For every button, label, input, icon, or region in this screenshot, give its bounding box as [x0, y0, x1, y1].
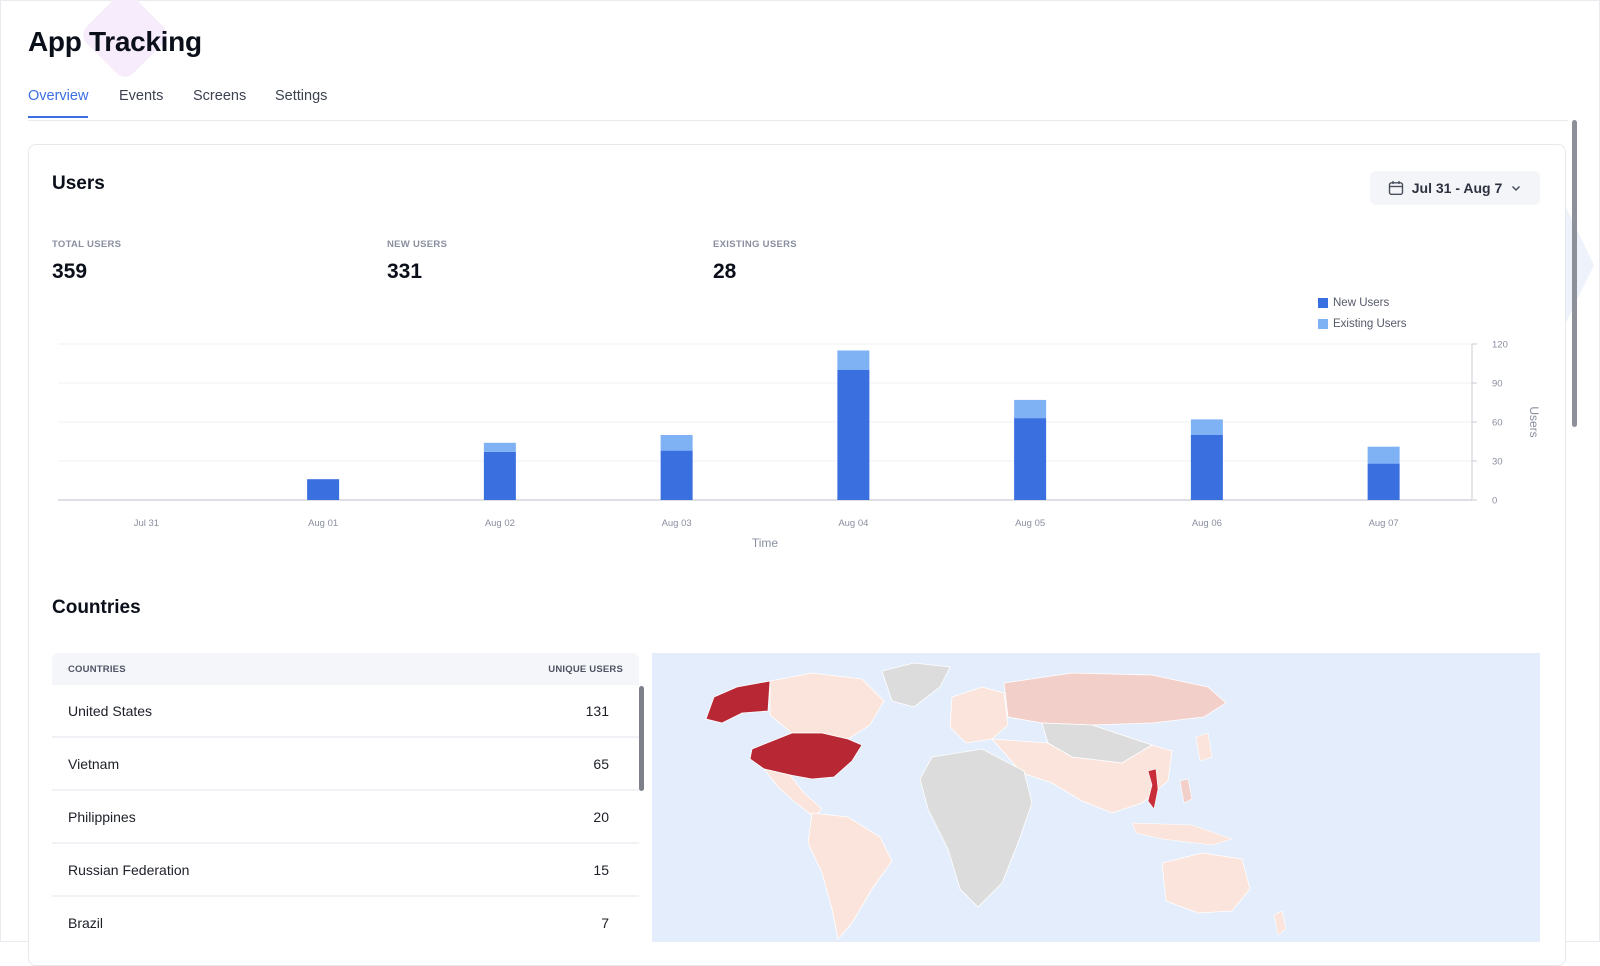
stat-value: 359 [52, 260, 88, 283]
stat-label: TOTAL USERS [52, 239, 122, 250]
stat-label: EXISTING USERS [713, 239, 797, 250]
bar-existing-users [837, 350, 870, 370]
bar-existing-users [1367, 446, 1400, 464]
chevron-down-icon [1510, 182, 1522, 194]
map-region-canada [769, 672, 885, 740]
stat-existing-users: EXISTING USERS 28 [713, 239, 797, 284]
country-name: United States [68, 702, 153, 719]
bar-new-users [837, 370, 870, 500]
y-tick-label: 120 [1492, 340, 1508, 351]
world-map[interactable] [652, 653, 1540, 942]
map-region-japan [1195, 732, 1213, 762]
bar-new-users [1367, 463, 1400, 500]
map-region-indonesia [1131, 822, 1233, 846]
country-users: 15 [593, 861, 609, 878]
users-bar-chart: 0 30 60 90 120 Jul 31 Aug 01 Aug 02 Aug 03 Aug 04… [58, 340, 1541, 550]
bar-new-users [660, 450, 693, 500]
table-row[interactable]: Brazil 7 [52, 897, 639, 942]
stat-new-users: NEW USERS 331 [387, 239, 447, 284]
country-name: Russian Federation [68, 861, 190, 878]
y-tick-label: 90 [1492, 379, 1503, 390]
y-tick-label: 30 [1492, 457, 1503, 468]
map-region-africa [919, 748, 1033, 908]
page-title: App Tracking [28, 26, 202, 57]
x-tick-label: Aug 04 [838, 518, 868, 529]
map-region-philippines [1179, 778, 1193, 804]
calendar-icon [1388, 180, 1404, 196]
table-header: COUNTRIES UNIQUE USERS [52, 653, 639, 685]
column-header-countries[interactable]: COUNTRIES [68, 664, 126, 675]
table-row[interactable]: United States 131 [52, 685, 639, 738]
y-axis-title: Users [1527, 406, 1541, 437]
legend-item-new-users[interactable]: New Users [1318, 292, 1407, 313]
bar-new-users [307, 479, 340, 500]
legend-label: Existing Users [1333, 317, 1407, 330]
map-region-europe [949, 686, 1009, 744]
map-region-greenland [881, 662, 951, 708]
world-map-graphic [705, 662, 1287, 940]
legend-swatch [1318, 297, 1328, 308]
countries-section-title: Countries [52, 597, 141, 618]
date-range-picker[interactable]: Jul 31 - Aug 7 [1370, 171, 1540, 205]
x-tick-label: Aug 02 [485, 518, 515, 529]
countries-table: COUNTRIES UNIQUE USERS United States 131… [52, 653, 639, 942]
map-region-alaska [705, 680, 771, 724]
tab-settings[interactable]: Settings [275, 88, 327, 116]
column-header-unique-users[interactable]: UNIQUE USERS [548, 664, 623, 675]
stat-total-users: TOTAL USERS 359 [52, 239, 121, 284]
x-tick-label: Aug 05 [1015, 518, 1045, 529]
chart-legend: New Users Existing Users [1318, 292, 1407, 334]
bar-existing-users [1014, 399, 1047, 419]
bar-new-users [483, 451, 516, 500]
country-name: Vietnam [68, 755, 120, 772]
table-scrollbar[interactable] [639, 686, 644, 791]
stat-value: 28 [713, 260, 737, 283]
map-region-new-zealand [1273, 910, 1287, 936]
country-users: 20 [593, 808, 609, 825]
map-region-russia [1003, 672, 1227, 726]
country-name: Brazil [68, 914, 104, 931]
y-tick-label: 60 [1492, 418, 1503, 429]
tab-bar: Overview Events Screens Settings [28, 86, 1568, 121]
bar-existing-users [483, 442, 516, 452]
stat-label: NEW USERS [387, 239, 448, 250]
bar-existing-users [1190, 419, 1223, 435]
x-tick-label: Jul 31 [134, 518, 159, 529]
x-tick-label: Aug 01 [308, 518, 338, 529]
legend-label: New Users [1333, 296, 1390, 309]
x-tick-label: Aug 07 [1369, 518, 1399, 529]
country-users: 65 [593, 755, 609, 772]
table-row[interactable]: Russian Federation 15 [52, 844, 639, 897]
bar-existing-users [660, 435, 693, 451]
y-tick-label: 0 [1492, 496, 1497, 507]
country-users: 7 [601, 914, 609, 931]
tab-overview[interactable]: Overview [28, 88, 89, 118]
tab-events[interactable]: Events [119, 88, 163, 116]
map-region-australia [1161, 852, 1251, 914]
table-row[interactable]: Vietnam 65 [52, 738, 639, 791]
x-axis-title: Time [752, 536, 779, 550]
bar-new-users [1190, 435, 1223, 500]
bar-new-users [1014, 418, 1047, 500]
date-range-label: Jul 31 - Aug 7 [1411, 180, 1503, 196]
legend-swatch [1318, 318, 1328, 329]
map-region-south-america [807, 812, 893, 940]
country-users: 131 [585, 702, 609, 719]
table-row[interactable]: Philippines 20 [52, 791, 639, 844]
x-tick-label: Aug 06 [1192, 518, 1222, 529]
stat-value: 331 [387, 260, 423, 283]
country-name: Philippines [68, 808, 136, 825]
tab-screens[interactable]: Screens [193, 88, 246, 116]
users-section-title: Users [52, 173, 105, 194]
x-tick-label: Aug 03 [662, 518, 692, 529]
